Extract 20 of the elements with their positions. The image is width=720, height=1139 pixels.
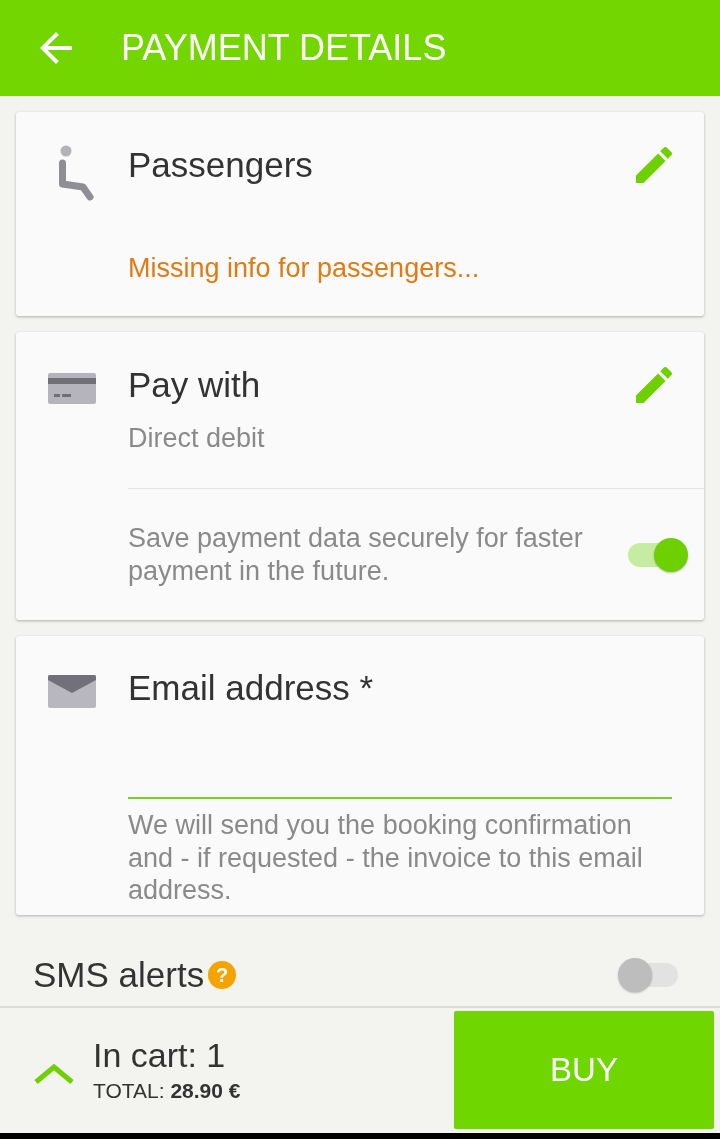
warning-text: Missing info for passengers... (128, 252, 481, 284)
edit-button[interactable] (636, 147, 672, 183)
toggle-switch[interactable] (626, 537, 690, 573)
cart-count: In cart: 1 (93, 1035, 227, 1076)
helper-text: We will send you the booking confirmation and - if requested - the invoice to this email address. (128, 809, 644, 907)
buy-button[interactable]: BUY (454, 1011, 714, 1130)
cart-total: TOTAL: 28.90 € (93, 1078, 241, 1105)
envelope-icon (48, 675, 96, 708)
save-payment-label: Save payment data securely for faster payment in the future. (128, 522, 584, 588)
edit-button[interactable] (636, 367, 672, 403)
screen-title: PAYMENT DETAILS (121, 26, 447, 70)
help-button[interactable]: ? (208, 961, 237, 989)
section-title: Passengers (128, 145, 313, 185)
back-button[interactable] (40, 32, 72, 64)
chevron-up-icon[interactable] (33, 1063, 75, 1086)
section-title: Email address * (128, 668, 374, 708)
section-title: Pay with (128, 365, 261, 405)
credit-card-icon (48, 373, 96, 404)
payment-method-text: Direct debit (128, 422, 266, 454)
sms-alerts-label: SMS alerts (33, 955, 205, 995)
